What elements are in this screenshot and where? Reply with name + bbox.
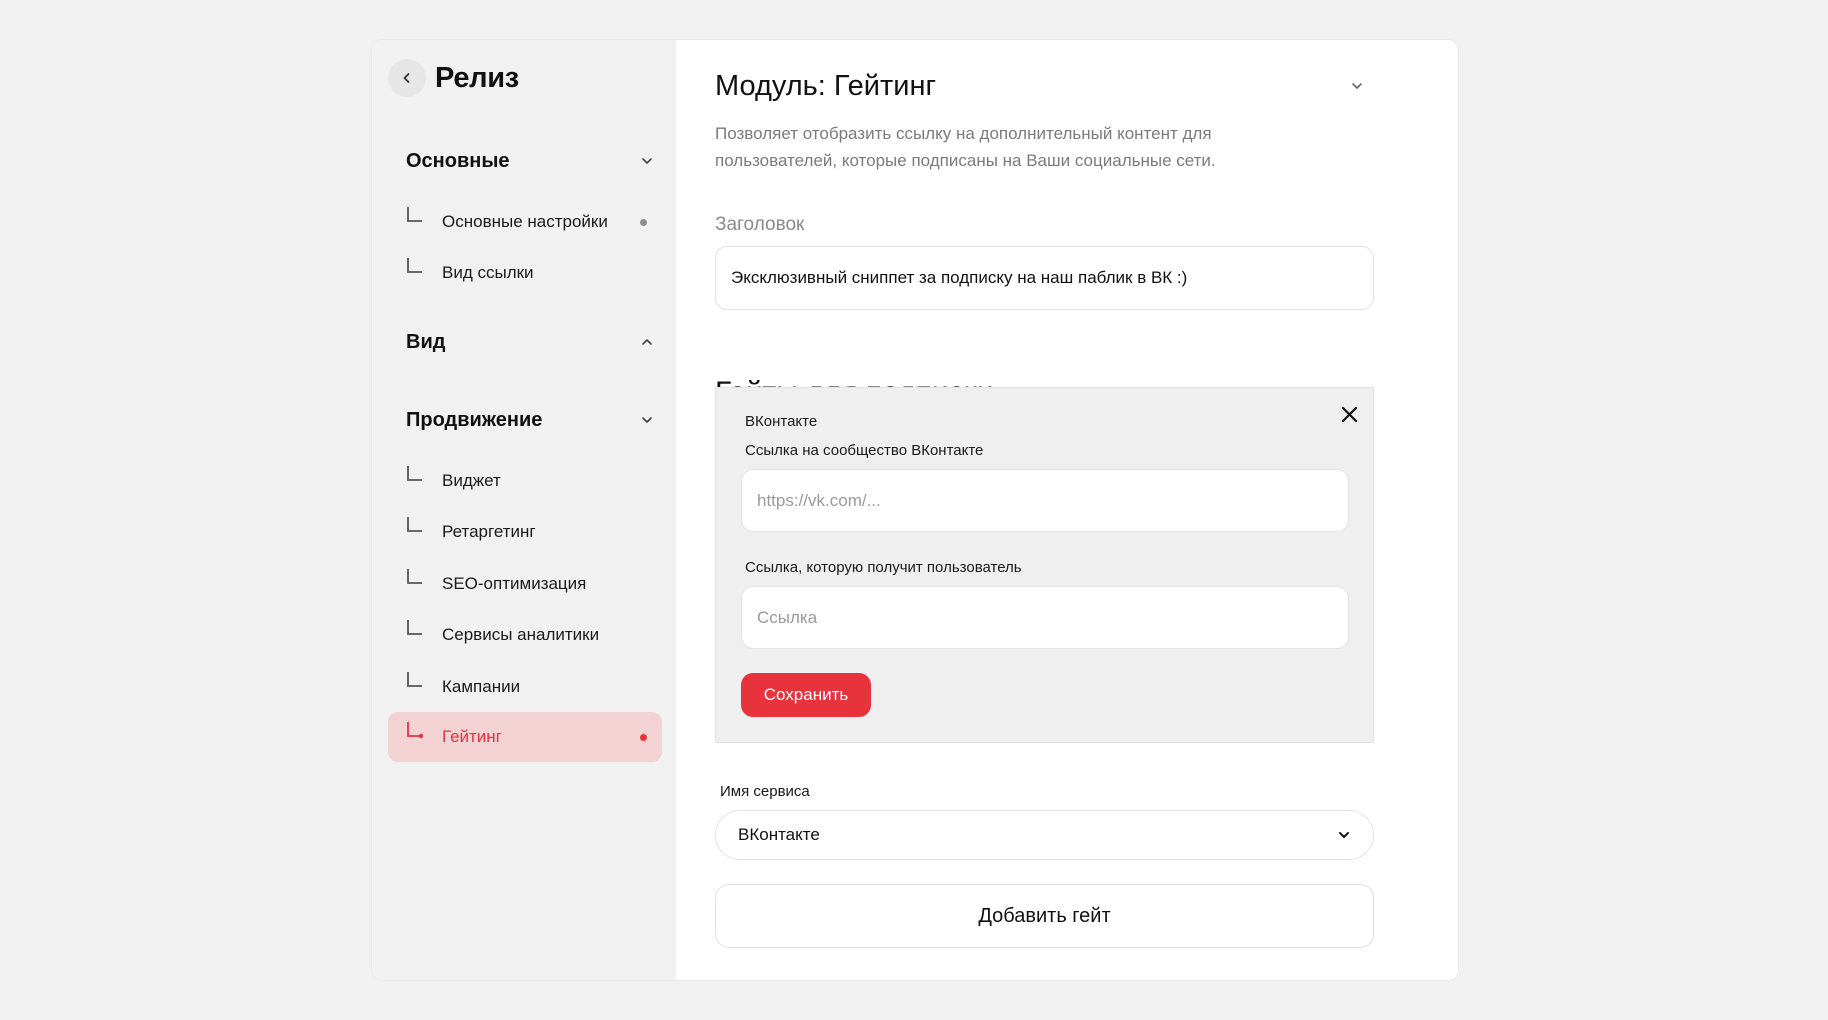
sidebar-item-label: Ретаргетинг [442,522,536,541]
sidebar: Релиз Основные Основные настройки Вид сс… [372,40,676,980]
sidebar-item-campaigns[interactable]: Кампании [388,662,662,712]
sidebar-item-label: Основные настройки [442,212,608,231]
tree-branch-icon [407,569,422,584]
chevron-up-icon [642,339,652,345]
sidebar-item-widget[interactable]: Виджет [388,456,662,506]
sidebar-item-label: Виджет [442,471,501,490]
close-icon[interactable] [1340,405,1359,424]
module-description: Позволяет отобразить ссылку на дополните… [715,124,1216,170]
sidebar-item-label: SEO-оптимизация [442,574,587,593]
user-link-input[interactable]: Ссылка [741,586,1349,649]
sidebar-item-label: Вид ссылки [442,263,534,282]
module-title: Модуль: Гейтинг [715,70,937,102]
community-link-label: Ссылка на сообщество ВКонтакте [745,442,984,459]
section-basic[interactable]: Основные [406,148,654,174]
status-dot [640,734,647,741]
heading-field-label: Заголовок [715,214,805,235]
main-panel: Модуль: Гейтинг Позволяет отобразить ссы… [676,40,1458,980]
chevron-down-icon [1339,832,1349,838]
sidebar-title: Релиз [435,62,519,94]
section-promotion[interactable]: Продвижение [406,407,654,433]
sidebar-item-retargeting[interactable]: Ретаргетинг [388,507,662,557]
section-view[interactable]: Вид [406,329,654,355]
save-button[interactable]: Сохранить [741,673,871,717]
add-gate-button[interactable]: Добавить гейт [715,884,1374,948]
status-dot [640,219,647,226]
tree-branch-icon [407,672,422,687]
tree-branch-icon [407,466,422,481]
sidebar-item-gating[interactable]: Гейтинг [388,712,662,762]
chevron-down-icon[interactable] [1349,78,1365,94]
chevron-left-icon [403,73,410,83]
back-button[interactable] [388,59,426,97]
section-label: Вид [406,331,446,353]
heading-input[interactable]: Эксклюзивный сниппет за подписку на наш … [715,246,1374,310]
sidebar-item-seo[interactable]: SEO-оптимизация [388,559,662,609]
chevron-down-icon [642,417,652,423]
tree-branch-icon [407,517,422,532]
sidebar-item-label: Сервисы аналитики [442,625,600,644]
tree-branch-icon [407,207,422,222]
user-link-label: Ссылка, которую получит пользователь [745,559,1022,576]
sidebar-item-label: Гейтинг [442,727,502,746]
tree-branch-icon [407,722,424,739]
chevron-down-icon [642,158,652,164]
service-select-value: ВКонтакте [738,825,820,844]
sidebar-item-basic-settings[interactable]: Основные настройки [388,197,662,247]
service-select[interactable]: ВКонтакте [715,810,1374,860]
tree-branch-icon [407,620,422,635]
gate-card: ВКонтакте Ссылка на сообщество ВКонтакте… [715,387,1374,743]
section-label: Основные [406,150,510,172]
section-label: Продвижение [406,409,543,431]
service-select-label: Имя сервиса [720,783,810,800]
gate-service-name: ВКонтакте [745,413,818,430]
sidebar-item-analytics[interactable]: Сервисы аналитики [388,610,662,660]
settings-window: Релиз Основные Основные настройки Вид сс… [372,40,1458,980]
sidebar-item-link-view[interactable]: Вид ссылки [388,248,662,298]
tree-branch-icon [407,258,422,273]
sidebar-item-label: Кампании [442,677,521,696]
community-link-input[interactable]: https://vk.com/... [741,469,1349,532]
